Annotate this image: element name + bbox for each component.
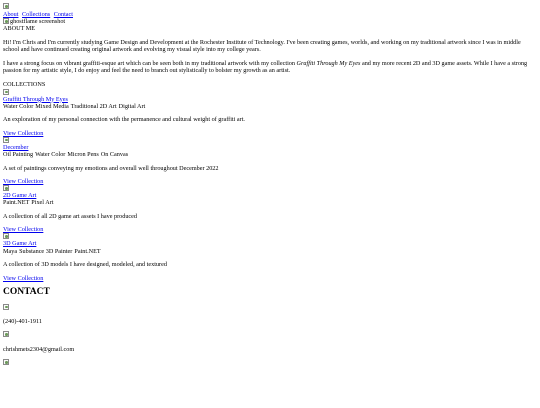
collection-tags: Water Color Mixed Media Traditional 2D Art… [3,103,539,110]
broken-image-icon[interactable] [3,88,9,95]
collection-title-link[interactable]: 3D Game Art [3,240,36,247]
collection-tag: Substance 3D Painter [19,247,73,255]
about-paragraph-1: Hi! I'm Chris and I'm currently studying… [3,39,521,54]
collection-card: December Oil Painting Water Color Micron P… [3,136,539,185]
collection-tag: Water Color [3,103,34,111]
nav-link-about[interactable]: About [3,11,18,18]
collection-thumbnail [3,136,539,144]
contact-email[interactable]: chrishmets2304@gmail.com [3,346,539,353]
top-nav: About Collections Contact [3,11,539,18]
broken-image-icon[interactable] [3,233,9,240]
collection-tag: Water Color [35,151,66,159]
collection-tag: Pixel Art [31,199,54,207]
collection-thumbnail [3,185,539,192]
hero-image: ghostflame screenshot [3,18,539,25]
page: About Collections Contact ghostflame scr… [0,3,539,367]
collection-tag: Maya [3,247,18,255]
email-icon-image [3,331,539,338]
collections-section-title: COLLECTIONS [3,80,46,88]
collection-card: 2D Game Art Paint.NET Pixel Art A collect… [3,185,539,233]
collection-title-link[interactable]: 2D Game Art [3,192,36,199]
collection-tag: Paint.NET [3,199,30,207]
nav-link-collections[interactable]: Collections [22,11,50,18]
collection-tags: Oil Painting Water Color Micron Pens On Can… [3,151,539,158]
collection-title-link[interactable]: Graffiti Through My Eyes [3,96,68,103]
collection-tags: Paint.NET Pixel Art [3,199,539,206]
collection-tag: Digital Art [118,103,146,111]
email-icon [3,331,9,338]
collection-card: Graffiti Through My Eyes Water Color Mixe… [3,88,539,137]
phone-icon-image [3,303,539,311]
collection-title-link[interactable]: December [3,144,28,151]
collection-tag: Micron Pens [67,151,99,159]
view-collection-link[interactable]: View Collection [3,275,43,282]
collection-card: 3D Game Art Maya Substance 3D Painter Pain… [3,233,539,282]
about-paragraph-2: I have a strong focus on vibrant graffit… [3,60,533,75]
collection-description: A set of paintings conveying my emotions… [3,164,219,172]
collection-thumbnail [3,233,539,240]
about-section-title: ABOUT ME [3,25,36,32]
collection-tag: Traditional 2D Art [70,103,117,111]
collection-tag: Paint.NET [74,247,101,255]
broken-image-icon[interactable] [3,185,9,192]
hero-image-alt-text: ghostflame screenshot [10,18,66,25]
collection-description: A collection of 3D models I have designe… [3,261,167,269]
view-collection-link[interactable]: View Collection [3,226,43,233]
about-paragraph-2-collection-name: Graffiti Through My Eyes [296,59,361,67]
collection-tag: Mixed Media [35,103,69,111]
collection-description: An exploration of my personal connection… [3,116,245,124]
collection-description: A collection of all 2D game art assets I… [3,212,138,220]
broken-image-icon [3,18,9,24]
site-logo-row [3,3,539,11]
contact-phone[interactable]: (240)-401-1911 [3,318,539,325]
site-logo-image[interactable] [3,3,9,9]
collection-tags: Maya Substance 3D Painter Paint.NET [3,248,539,255]
about-paragraph-2-text: I have a strong focus on vibrant graffit… [3,59,297,67]
contact-section-title: CONTACT [3,286,50,297]
nav-link-contact[interactable]: Contact [54,11,73,18]
view-collection-link[interactable]: View Collection [3,130,43,137]
social-icon-image [3,359,539,366]
broken-image-icon[interactable] [3,136,9,143]
social-icon[interactable] [3,359,9,366]
collection-tag: On Canvas [100,151,129,159]
phone-icon [3,303,9,310]
collection-tag: Oil Painting [3,151,34,159]
view-collection-link[interactable]: View Collection [3,178,43,185]
collection-thumbnail [3,88,539,96]
